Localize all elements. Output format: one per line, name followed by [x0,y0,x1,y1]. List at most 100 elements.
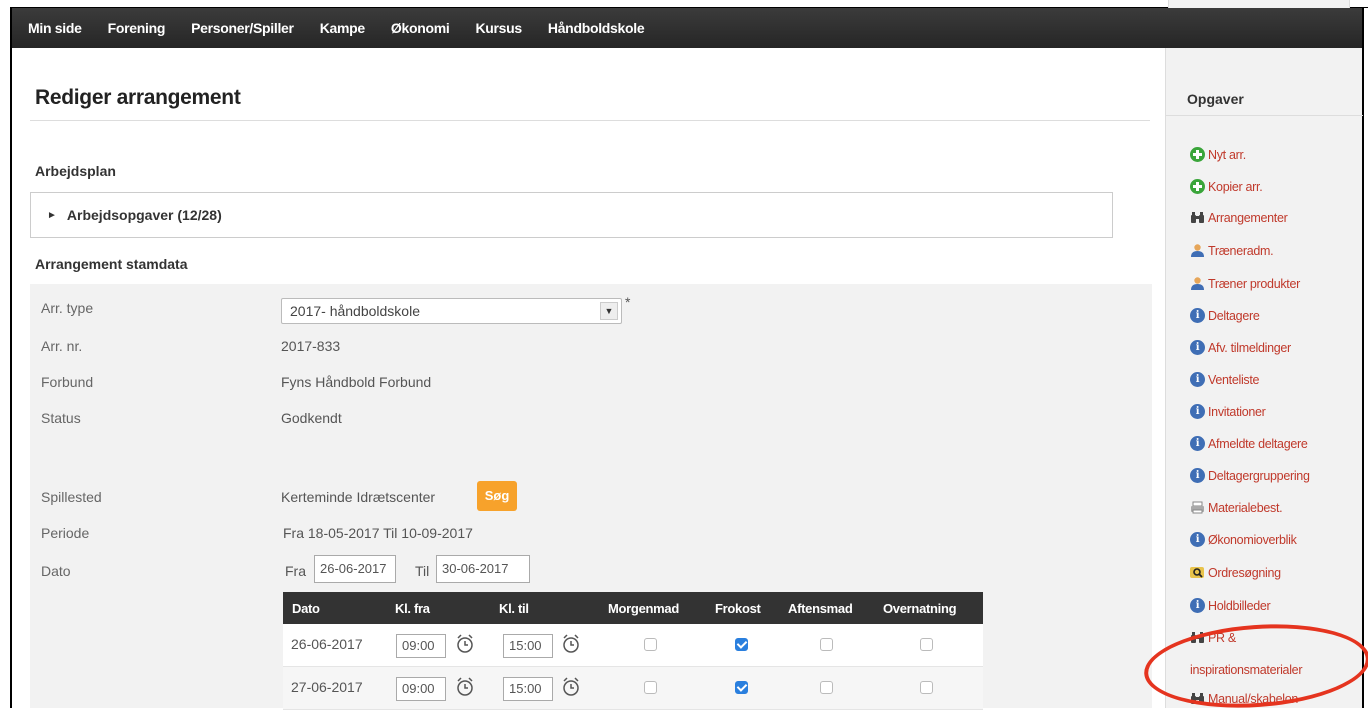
info-icon: i [1190,372,1205,388]
stamdata-heading: Arrangement stamdata [35,256,188,272]
nav-handboldskole[interactable]: Håndboldskole [548,20,645,36]
time-to-input[interactable]: 15:00 [503,634,553,658]
sidebar-item-afmeldte-deltagere[interactable]: i Afmeldte deltagere [1190,436,1308,452]
sidebar-item-label: Nyt arr. [1208,148,1246,162]
time-to-input[interactable]: 15:00 [503,677,553,701]
info-icon: i [1190,436,1205,452]
frame-right-edge [1362,8,1364,708]
arr-type-value: 2017- håndboldskole [290,303,420,319]
dropdown-arrow-icon: ▼ [600,302,618,320]
sidebar-item-materialebest[interactable]: Materialebest. [1190,500,1283,516]
schedule-table: Dato Kl. fra Kl. til Morgenmad Frokost A… [283,592,983,710]
nav-personer-spiller[interactable]: Personer/Spiller [191,20,294,36]
overnatning-checkbox[interactable] [920,638,933,651]
spillested-label: Spillested [41,489,102,505]
dato-to-prefix: Til [415,563,430,579]
nav-okonomi[interactable]: Økonomi [391,20,450,36]
status-value: Godkendt [281,410,342,426]
alarm-clock-icon[interactable] [561,633,581,655]
sidebar-item-deltagere[interactable]: i Deltagere [1190,308,1260,324]
table-row: 26-06-2017 09:00 15:00 [283,624,983,667]
plus-circle-icon [1190,147,1205,163]
nav-forening[interactable]: Forening [108,20,166,36]
alarm-clock-icon[interactable] [455,633,475,655]
sidebar-item-venteliste[interactable]: i Venteliste [1190,372,1260,388]
dato-from-prefix: Fra [285,563,306,579]
frokost-checkbox[interactable] [735,638,748,651]
overnatning-checkbox[interactable] [920,681,933,694]
sidebar-item-label: Træner produkter [1208,277,1300,291]
sidebar-title: Opgaver [1187,91,1244,107]
title-divider [30,120,1150,121]
binoculars-icon [1190,210,1205,225]
time-from-input[interactable]: 09:00 [396,634,446,658]
sidebar-item-invitationer[interactable]: i Invitationer [1190,404,1266,420]
top-gray-box [1168,0,1350,8]
info-icon: i [1190,598,1205,614]
search-icon [1190,565,1205,580]
forbund-value: Fyns Håndbold Forbund [281,374,432,390]
aftensmad-checkbox[interactable] [820,681,833,694]
arr-type-select[interactable]: 2017- håndboldskole ▼ [281,298,622,324]
page-title: Rediger arrangement [35,86,241,109]
user-icon [1190,276,1205,291]
frokost-checkbox[interactable] [735,681,748,694]
row-date: 27-06-2017 [291,679,363,695]
spillested-value: Kerteminde Idrætscenter [281,489,436,505]
col-overnatning: Overnatning [883,601,957,616]
plus-circle-icon [1190,179,1205,195]
sidebar-item-afv-tilmeldinger[interactable]: i Afv. tilmeldinger [1190,340,1291,356]
sidebar-item-label: Materialebest. [1208,501,1283,515]
sidebar-item-kopier-arr[interactable]: Kopier arr. [1190,179,1263,195]
alarm-clock-icon[interactable] [561,676,581,698]
sidebar-item-label: Kopier arr. [1208,180,1263,194]
date-to-input[interactable]: 30-06-2017 [436,555,530,583]
accordion-label: Arbejdsopgaver (12/28) [66,207,222,223]
aftensmad-checkbox[interactable] [820,638,833,651]
sidebar-item-træner-produkter[interactable]: Træner produkter [1190,277,1300,292]
top-strip [0,0,1368,8]
nav-kursus[interactable]: Kursus [475,20,522,36]
sidebar-item-træneradm[interactable]: Træneradm. [1190,243,1274,259]
arr-nr-value: 2017-833 [281,338,341,354]
sidebar-item-label: Afmeldte deltagere [1208,437,1308,451]
search-venue-button[interactable]: Søg [477,481,517,511]
main-nav: Min side Forening Personer/Spiller Kampe… [12,8,1362,48]
sidebar-item-holdbilleder[interactable]: i Holdbilleder [1190,598,1271,614]
sidebar-item-label: Ordresøgning [1208,566,1281,580]
caret-right-icon: ► [47,209,57,221]
alarm-clock-icon[interactable] [455,676,475,698]
workplan-accordion[interactable]: ► Arbejdsopgaver (12/28) [30,192,1113,238]
schedule-header: Dato Kl. fra Kl. til Morgenmad Frokost A… [283,592,983,624]
morgenmad-checkbox[interactable] [644,638,657,651]
sidebar-item-økonomioverblik[interactable]: i Økonomioverblik [1190,532,1297,548]
col-kl-til: Kl. til [499,601,529,616]
sidebar-divider [1166,115,1363,116]
sidebar-item-nyt-arr[interactable]: Nyt arr. [1190,147,1246,163]
sidebar-item-arrangementer[interactable]: Arrangementer [1190,210,1288,226]
printer-icon [1190,500,1205,515]
col-frokost: Frokost [715,601,761,616]
morgenmad-checkbox[interactable] [644,681,657,694]
table-row: 27-06-2017 09:00 15:00 [283,667,983,710]
arr-nr-label: Arr. nr. [41,338,83,354]
row-date: 26-06-2017 [291,636,363,652]
nav-min-side[interactable]: Min side [28,20,82,36]
nav-kampe[interactable]: Kampe [320,20,365,36]
time-from-input[interactable]: 09:00 [396,677,446,701]
sidebar-item-label: Økonomioverblik [1208,533,1297,547]
sidebar-item-deltagergruppering[interactable]: i Deltagergruppering [1190,468,1310,484]
required-marker: * [625,294,631,310]
sidebar-item-ordresøgning[interactable]: Ordresøgning [1190,566,1281,581]
arr-type-label: Arr. type [41,300,94,316]
workplan-heading: Arbejdsplan [35,163,116,179]
info-icon: i [1190,404,1205,420]
user-icon [1190,243,1205,258]
sidebar-item-label: Arrangementer [1208,211,1288,225]
info-icon: i [1190,308,1205,324]
sidebar-item-label: Træneradm. [1208,244,1274,258]
col-kl-fra: Kl. fra [395,601,430,616]
sidebar-item-label: Invitationer [1208,405,1266,419]
forbund-label: Forbund [41,374,94,390]
date-from-input[interactable]: 26-06-2017 [314,555,396,583]
